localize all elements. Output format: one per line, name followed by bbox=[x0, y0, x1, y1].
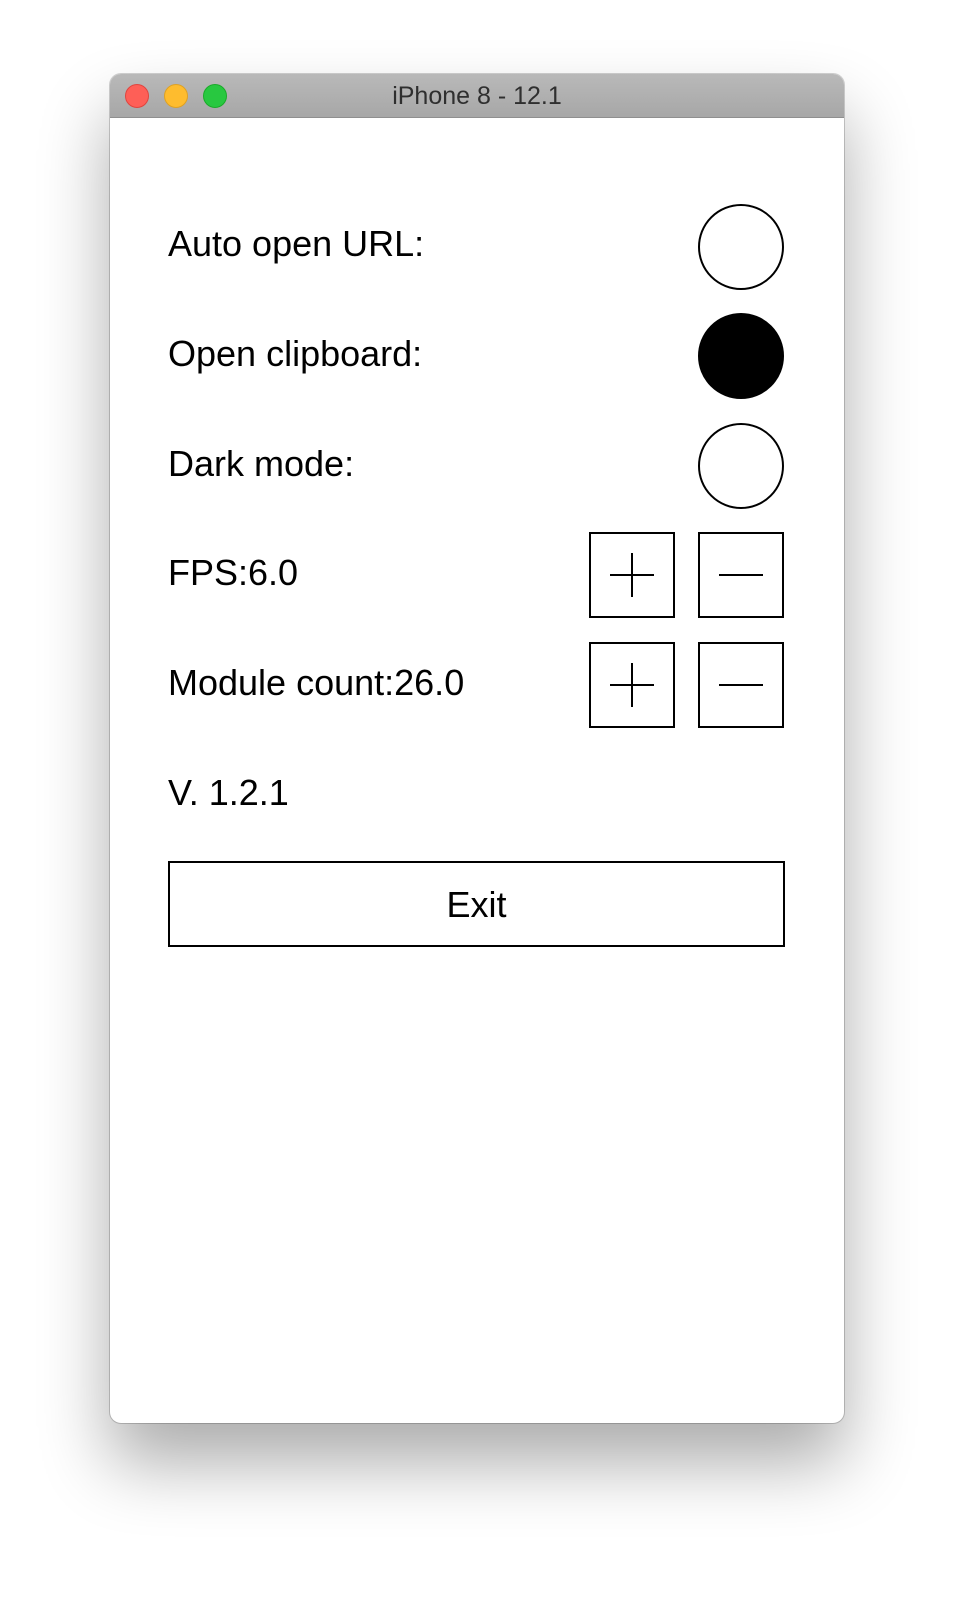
simulator-window: iPhone 8 - 12.1 Auto open URL: Open clip… bbox=[110, 74, 844, 1423]
dark-mode-toggle[interactable] bbox=[698, 423, 784, 509]
open-clipboard-label: Open clipboard: bbox=[168, 333, 423, 374]
fps-decrement-button[interactable] bbox=[698, 532, 784, 618]
fps-increment-button[interactable] bbox=[589, 532, 675, 618]
plus-icon bbox=[610, 663, 654, 707]
version-label: V. 1.2.1 bbox=[168, 772, 289, 813]
auto-open-url-label: Auto open URL: bbox=[168, 223, 425, 264]
plus-icon bbox=[610, 553, 654, 597]
module-count-label: Module count:26.0 bbox=[168, 662, 465, 703]
module-count-decrement-button[interactable] bbox=[698, 642, 784, 728]
title-bar[interactable]: iPhone 8 - 12.1 bbox=[110, 74, 844, 118]
minus-icon bbox=[719, 574, 763, 576]
minus-icon bbox=[719, 684, 763, 686]
fps-label: FPS:6.0 bbox=[168, 552, 299, 593]
exit-button[interactable]: Exit bbox=[168, 861, 785, 947]
window-title: iPhone 8 - 12.1 bbox=[392, 82, 562, 110]
dark-mode-label: Dark mode: bbox=[168, 443, 355, 484]
auto-open-url-toggle[interactable] bbox=[698, 204, 784, 290]
module-count-increment-button[interactable] bbox=[589, 642, 675, 728]
open-clipboard-toggle[interactable] bbox=[698, 313, 784, 399]
